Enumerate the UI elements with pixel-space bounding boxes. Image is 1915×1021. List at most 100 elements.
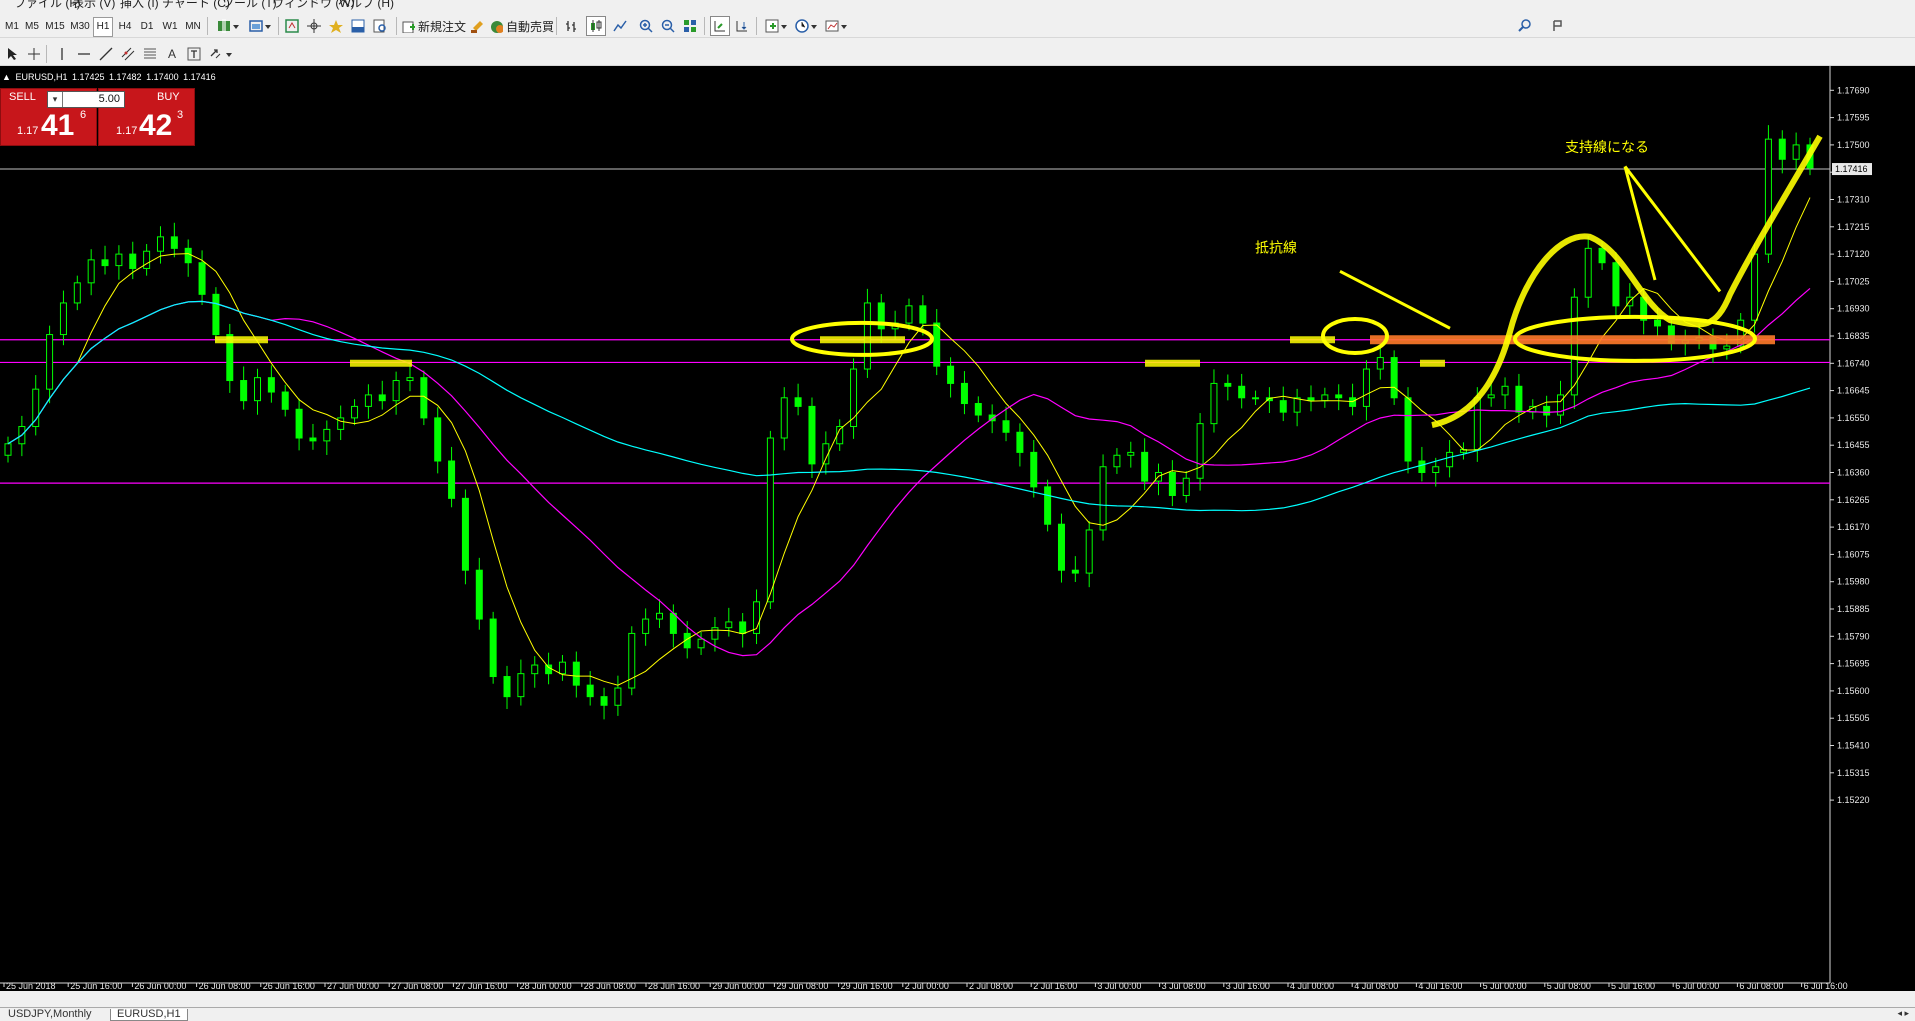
equidistant-channel-icon[interactable] <box>118 44 138 64</box>
candle-body <box>351 405 359 419</box>
candle-body <box>1446 451 1454 468</box>
menu-tools[interactable]: ツール (T) <box>222 0 277 10</box>
market-watch-icon[interactable] <box>282 16 302 36</box>
timeframe-m5[interactable]: M5 <box>23 17 41 37</box>
sell-price-sup: 6 <box>80 109 87 121</box>
tab-eurusd-h1[interactable]: EURUSD,H1 <box>110 1009 188 1021</box>
time-tick-label: 5 Jul 16:00 <box>1611 981 1655 991</box>
candle-body <box>1335 394 1343 399</box>
candle-body <box>1501 385 1509 396</box>
vertical-line-icon[interactable] <box>52 44 72 64</box>
horizontal-line-icon[interactable] <box>74 44 94 64</box>
candle-body <box>392 380 400 402</box>
new-order-button[interactable]: 新規注文 <box>402 16 466 36</box>
candle-body <box>794 397 802 407</box>
candle-body <box>1473 397 1481 451</box>
menu-view[interactable]: 表示 (V) <box>72 0 115 10</box>
trendline-icon[interactable] <box>96 44 116 64</box>
text-tool-icon[interactable]: A <box>162 44 182 64</box>
fibonacci-icon[interactable] <box>140 44 160 64</box>
auto-trading-button[interactable]: 自動売買 <box>490 16 554 36</box>
buy-price-big: 42 <box>139 109 173 142</box>
candle-body <box>295 408 303 439</box>
templates-icon[interactable] <box>822 16 850 36</box>
metaeditor-icon[interactable] <box>468 16 488 36</box>
candle-body <box>1071 569 1079 574</box>
bar-chart-icon[interactable] <box>562 16 582 36</box>
candle-body <box>1792 144 1800 160</box>
candle-body <box>642 618 650 634</box>
candle-body <box>545 664 553 675</box>
candle-body <box>323 428 331 442</box>
candle-body <box>1085 529 1093 574</box>
menu-help[interactable]: ヘルプ (H) <box>338 0 394 10</box>
timeframe-h4[interactable]: H4 <box>116 17 134 37</box>
sell-label: SELL <box>9 91 36 103</box>
search-icon[interactable] <box>1515 16 1535 36</box>
tab-usdjpy-monthly[interactable]: USDJPY,Monthly <box>2 1009 98 1020</box>
price-tick-label: 1.15980 <box>1837 577 1870 587</box>
profiles-icon[interactable] <box>246 16 274 36</box>
tab-scroll-icon[interactable]: ◂ ▸ <box>1897 1008 1909 1019</box>
timeframe-h1[interactable]: H1 <box>93 17 113 37</box>
periods-icon[interactable] <box>792 16 820 36</box>
crosshair-icon[interactable] <box>304 16 324 36</box>
price-tick-label: 1.16455 <box>1837 440 1870 450</box>
candlestick-icon[interactable] <box>586 16 606 36</box>
candle-body <box>129 253 137 269</box>
lot-size-input[interactable]: ▾ 5.00 <box>47 91 125 108</box>
line-chart-icon[interactable] <box>610 16 630 36</box>
time-tick-label: 28 Jun 08:00 <box>584 981 636 991</box>
candle-body <box>1293 397 1301 413</box>
text-label-icon[interactable] <box>184 44 204 64</box>
candle-body <box>669 612 677 634</box>
navigator-icon[interactable] <box>326 16 346 36</box>
crosshair-tool-icon[interactable] <box>24 44 44 64</box>
timeframe-m1[interactable]: M1 <box>3 17 21 37</box>
chart-window[interactable]: 1.177851.176901.175951.175001.174051.173… <box>0 66 1915 991</box>
candle-body <box>1418 460 1426 473</box>
candle-body <box>1030 451 1038 488</box>
candle-body <box>1182 477 1190 496</box>
time-tick-label: 2 Jul 08:00 <box>969 981 1013 991</box>
menu-insert[interactable]: 挿入 (I) <box>120 0 159 10</box>
terminal-icon[interactable] <box>348 16 368 36</box>
price-tick-label: 1.16645 <box>1837 386 1870 396</box>
arrows-icon[interactable] <box>206 44 236 64</box>
candle-body <box>614 687 622 706</box>
menu-chart[interactable]: チャート (C) <box>162 0 230 10</box>
candle-body <box>863 302 871 370</box>
candle-body <box>739 621 747 634</box>
auto-scroll-icon[interactable] <box>710 16 730 36</box>
timeframe-m30[interactable]: M30 <box>68 17 92 37</box>
main-toolbar: M1 M5 M15 M30 H1 H4 D1 W1 MN 新規注文 自動売買 <box>0 13 1915 38</box>
chart-shift-icon[interactable] <box>732 16 752 36</box>
indicators-icon[interactable] <box>762 16 790 36</box>
community-icon[interactable] <box>1548 16 1568 36</box>
candle-body <box>1252 397 1260 400</box>
candle-body <box>503 676 511 698</box>
chevron-down-icon[interactable]: ▾ <box>48 92 63 107</box>
time-tick-label: 29 Jun 00:00 <box>712 981 764 991</box>
candle-body <box>364 394 372 407</box>
menu-file[interactable]: ファイル (F) <box>14 0 81 10</box>
price-chart[interactable]: 1.177851.176901.175951.175001.174051.173… <box>0 66 1915 991</box>
chart-symbol-header: ▲ EURUSD,H1 1.17425 1.17482 1.17400 1.17… <box>2 72 218 82</box>
zoom-out-icon[interactable] <box>658 16 678 36</box>
timeframe-mn[interactable]: MN <box>182 17 204 37</box>
zoom-in-icon[interactable] <box>636 16 656 36</box>
new-chart-icon[interactable] <box>214 16 242 36</box>
price-tick-label: 1.17500 <box>1837 140 1870 150</box>
time-tick-label: 2 Jul 16:00 <box>1033 981 1077 991</box>
price-tick-label: 1.17025 <box>1837 276 1870 286</box>
cursor-icon[interactable] <box>2 44 22 64</box>
candle-body <box>711 627 719 640</box>
timeframe-w1[interactable]: W1 <box>160 17 180 37</box>
candle-body <box>1612 262 1620 307</box>
candle-body <box>115 253 123 267</box>
candle-body <box>1044 486 1052 525</box>
strategy-tester-icon[interactable] <box>370 16 390 36</box>
timeframe-m15[interactable]: M15 <box>43 17 67 37</box>
tile-windows-icon[interactable] <box>680 16 700 36</box>
timeframe-d1[interactable]: D1 <box>138 17 156 37</box>
